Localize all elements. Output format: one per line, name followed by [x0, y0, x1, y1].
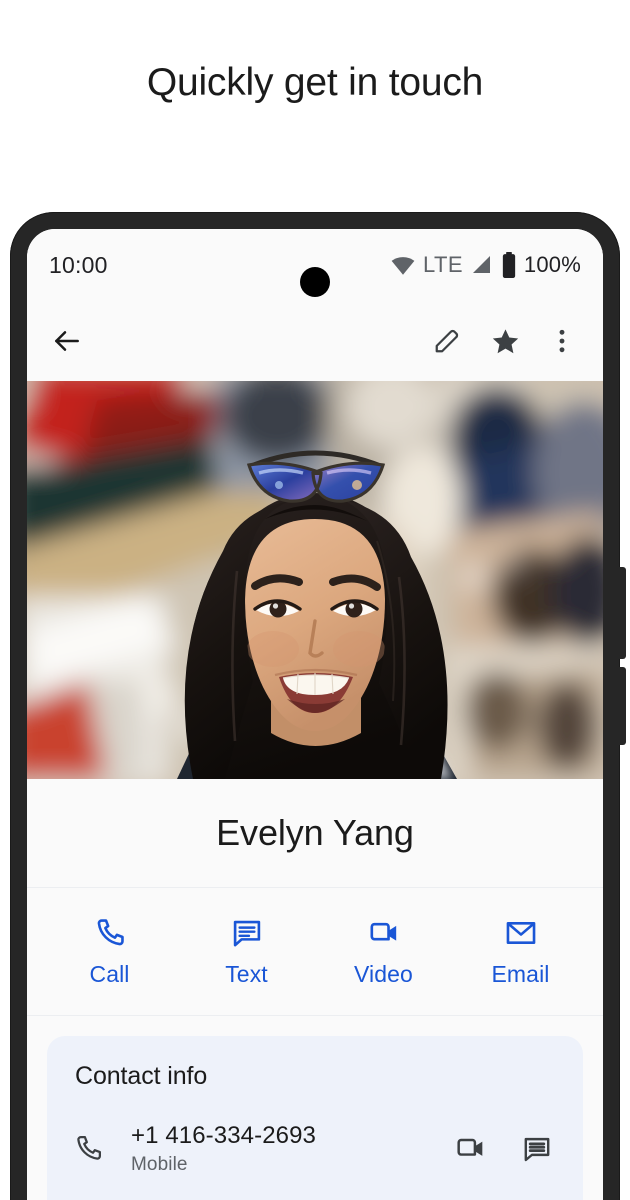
- contact-info-title: Contact info: [75, 1062, 208, 1090]
- text-label: Text: [225, 960, 268, 987]
- power-button[interactable]: [617, 567, 626, 659]
- message-icon: [230, 916, 264, 950]
- phone-row-text: +1 416-334-2693 Mobile: [131, 1121, 454, 1176]
- video-label: Video: [354, 960, 413, 987]
- phone-type-label: Mobile: [131, 1154, 188, 1176]
- call-label: Call: [89, 960, 130, 987]
- video-button[interactable]: Video: [315, 916, 452, 988]
- email-icon: [504, 916, 538, 950]
- volume-button[interactable]: [617, 667, 626, 745]
- text-button[interactable]: Text: [178, 916, 315, 988]
- star-icon[interactable]: [476, 326, 535, 357]
- signal-icon: [470, 253, 494, 277]
- message-icon[interactable]: [521, 1133, 553, 1165]
- videocam-icon[interactable]: [454, 1132, 487, 1165]
- back-arrow-icon[interactable]: [51, 325, 97, 357]
- phone-row-actions: [454, 1132, 557, 1165]
- quick-actions-row: Call Text Video Email: [27, 888, 603, 1016]
- more-vert-icon[interactable]: [535, 326, 579, 356]
- call-button[interactable]: Call: [41, 916, 178, 988]
- phone-device-frame: 10:00 LTE 100% Evelyn Yang Call Text Vid…: [10, 212, 626, 1200]
- front-camera-punch-hole: [300, 267, 330, 297]
- pencil-icon[interactable]: [418, 326, 476, 356]
- battery-icon: [501, 252, 517, 278]
- network-type-label: LTE: [423, 252, 463, 277]
- battery-percent-label: 100%: [523, 252, 581, 277]
- phone-number: +1 416-334-2693: [131, 1122, 316, 1149]
- phone-icon: [73, 1133, 131, 1164]
- email-label: Email: [491, 960, 550, 987]
- contact-info-section: Contact info +1 416-334-2693 Mobile: [27, 1016, 603, 1200]
- page-root: Quickly get in touch 10:00 LTE 100% Evel…: [0, 0, 630, 1200]
- status-time: 10:00: [49, 251, 108, 278]
- app-bar: [27, 301, 603, 381]
- wifi-icon: [390, 252, 416, 278]
- phone-screen: 10:00 LTE 100% Evelyn Yang Call Text Vid…: [27, 229, 603, 1200]
- videocam-icon: [367, 916, 401, 950]
- phone-row[interactable]: +1 416-334-2693 Mobile: [47, 1091, 583, 1176]
- status-icons: LTE 100%: [390, 252, 581, 278]
- contact-photo: [27, 381, 603, 779]
- contact-info-card: Contact info +1 416-334-2693 Mobile: [47, 1036, 583, 1200]
- phone-icon: [93, 916, 127, 950]
- headline: Quickly get in touch: [0, 0, 630, 212]
- headline-text: Quickly get in touch: [146, 61, 484, 104]
- email-button[interactable]: Email: [452, 916, 589, 988]
- status-bar: 10:00 LTE 100%: [27, 229, 603, 301]
- contact-name-block: Evelyn Yang: [27, 779, 603, 888]
- contact-name: Evelyn Yang: [216, 812, 414, 853]
